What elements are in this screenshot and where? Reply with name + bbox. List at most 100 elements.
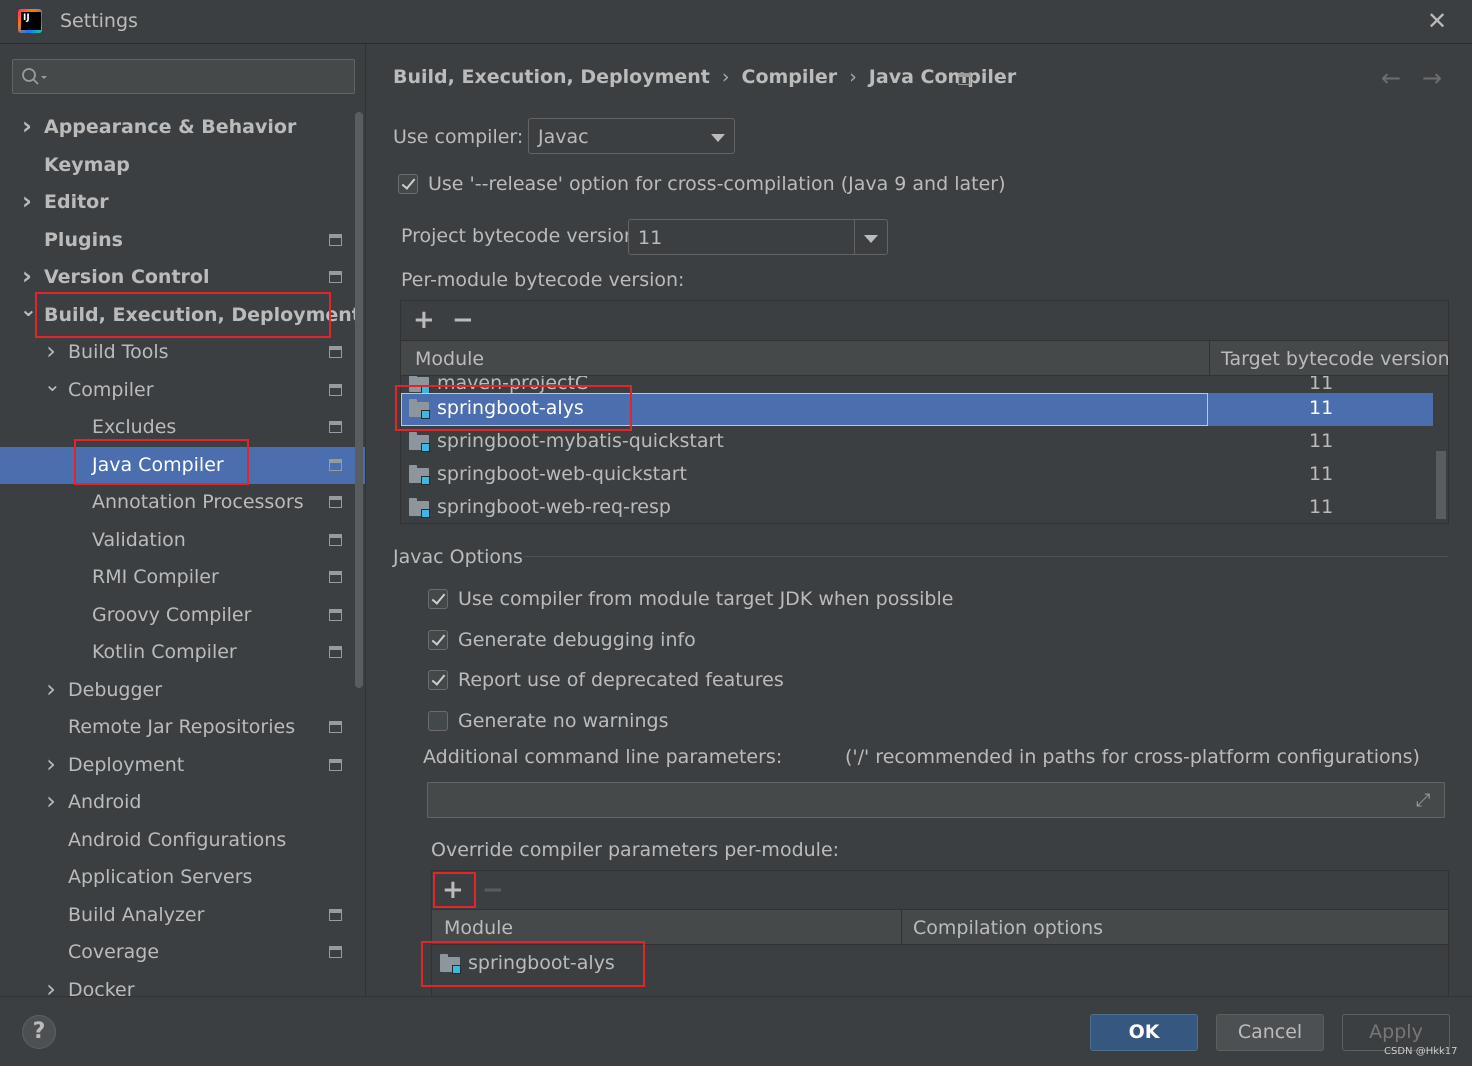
chevron-right-icon[interactable]: › — [44, 783, 58, 820]
close-icon[interactable]: ✕ — [1424, 8, 1450, 34]
add-override-button[interactable]: + — [442, 875, 464, 905]
chevron-right-icon[interactable]: › — [20, 108, 34, 145]
chevron-right-icon[interactable]: › — [44, 971, 58, 996]
cancel-button[interactable]: Cancel — [1216, 1014, 1324, 1051]
remove-module-button[interactable]: − — [452, 305, 474, 335]
sidebar-scrollbar[interactable] — [355, 112, 363, 688]
release-option-checkbox[interactable] — [398, 174, 418, 194]
module-icon — [409, 432, 431, 452]
javac-option-checkbox[interactable] — [428, 630, 448, 650]
chevron-right-icon[interactable]: › — [20, 183, 34, 220]
sidebar-item[interactable]: Coverage — [0, 934, 365, 971]
dialog-footer: ? OK Cancel Apply CSDN @Hkk17 — [0, 996, 1472, 1066]
chevron-down-icon — [864, 235, 878, 243]
sidebar-item[interactable]: Android Configurations — [0, 822, 365, 859]
module-icon — [409, 498, 431, 518]
sidebar-item[interactable]: › Debugger — [0, 671, 365, 709]
sidebar-item-label: Debugger — [68, 679, 163, 701]
sidebar-item[interactable]: › Deployment — [0, 746, 365, 784]
breadcrumb: Build, Execution, Deployment › Compiler › Ja… — [393, 66, 1016, 88]
target-bytecode-value: 11 — [1309, 463, 1334, 485]
column-header-module[interactable]: Module — [415, 348, 484, 370]
javac-option-checkbox[interactable] — [428, 670, 448, 690]
intellij-logo-icon — [18, 9, 42, 33]
override-table-header: Module Compilation options — [432, 909, 1448, 946]
project-level-icon — [329, 234, 342, 246]
sidebar-item[interactable]: › Appearance & Behavior — [0, 108, 365, 146]
per-module-table-scrollbar[interactable] — [1436, 451, 1446, 519]
sidebar-item[interactable]: Plugins — [0, 222, 365, 259]
sidebar-item[interactable]: Kotlin Compiler — [0, 634, 365, 671]
chevron-down-icon[interactable]: ⌄ — [20, 291, 37, 328]
sidebar-item-label: Appearance & Behavior — [44, 116, 297, 138]
sidebar-item[interactable]: Keymap — [0, 147, 365, 184]
chevron-right-icon[interactable]: › — [44, 671, 58, 708]
expand-icon[interactable]: ⤢ — [1416, 790, 1436, 811]
column-header-target-bytecode[interactable]: Target bytecode version — [1221, 348, 1448, 370]
project-level-icon — [329, 909, 342, 921]
breadcrumb-part: Compiler — [741, 66, 838, 88]
sidebar-item[interactable]: › Editor — [0, 183, 365, 221]
sidebar-item-label: Build Analyzer — [68, 904, 205, 926]
per-module-table: + − maven-projectC 11 springboot-alys 11 spr… — [400, 300, 1449, 524]
table-row[interactable]: springboot-mybatis-quickstart 11 — [401, 426, 1433, 459]
chevron-down-icon — [711, 134, 725, 142]
project-bytecode-dropdown[interactable]: 11 — [628, 219, 888, 255]
sidebar-item[interactable]: › Version Control — [0, 258, 365, 296]
sidebar-item[interactable]: Groovy Compiler — [0, 597, 365, 634]
table-row[interactable]: springboot-alys 11 — [401, 393, 1433, 426]
sidebar-item[interactable]: Remote Jar Repositories — [0, 709, 365, 746]
javac-option-checkbox[interactable] — [428, 711, 448, 731]
back-arrow-icon[interactable]: ← — [1381, 64, 1401, 92]
javac-option-checkbox[interactable] — [428, 589, 448, 609]
additional-params-hint: ('/' recommended in paths for cross-plat… — [845, 746, 1420, 768]
sidebar-item-label: Docker — [68, 979, 135, 996]
add-module-button[interactable]: + — [413, 305, 435, 335]
project-level-icon — [329, 271, 342, 283]
column-header-module[interactable]: Module — [444, 917, 513, 939]
module-icon — [440, 954, 462, 974]
sidebar-item[interactable]: Java Compiler — [0, 447, 365, 484]
remove-override-button[interactable]: − — [482, 875, 504, 905]
sidebar-item[interactable]: › Docker — [0, 971, 365, 996]
use-compiler-dropdown[interactable]: Javac — [528, 118, 735, 154]
sidebar-item[interactable]: Excludes — [0, 409, 365, 446]
sidebar-item-label: RMI Compiler — [92, 566, 219, 588]
chevron-right-icon[interactable]: › — [20, 258, 34, 295]
module-name: springboot-alys — [437, 397, 584, 419]
sidebar-item-label: Compiler — [68, 379, 154, 401]
sidebar-item-label: Application Servers — [68, 866, 253, 888]
additional-params-input[interactable]: ⤢ — [427, 782, 1445, 818]
settings-search-input[interactable] — [12, 59, 355, 94]
help-button[interactable]: ? — [22, 1015, 56, 1049]
sidebar-item-label: Deployment — [68, 754, 185, 776]
sidebar-item[interactable]: RMI Compiler — [0, 559, 365, 596]
sidebar-item[interactable]: Validation — [0, 522, 365, 559]
target-bytecode-value: 11 — [1309, 430, 1334, 452]
ok-button[interactable]: OK — [1090, 1014, 1198, 1051]
forward-arrow-icon[interactable]: → — [1422, 64, 1442, 92]
project-bytecode-label: Project bytecode version: — [401, 225, 643, 247]
module-name: springboot-web-quickstart — [437, 463, 687, 485]
sidebar-item[interactable]: Application Servers — [0, 859, 365, 896]
chevron-right-icon[interactable]: › — [44, 746, 58, 783]
sidebar-item[interactable]: › Android — [0, 783, 365, 821]
sidebar-item-label: Validation — [92, 529, 186, 551]
sidebar-item-label: Build, Execution, Deployment — [44, 304, 361, 326]
chevron-down-icon[interactable]: ⌄ — [44, 366, 61, 403]
table-row[interactable]: springboot-alys — [432, 948, 1448, 981]
sidebar-item[interactable]: ⌄ Build, Execution, Deployment — [0, 297, 365, 334]
sidebar-item[interactable]: Annotation Processors — [0, 484, 365, 521]
module-icon — [409, 465, 431, 485]
window-title: Settings — [60, 10, 138, 32]
per-module-table-header: Module Target bytecode version — [401, 340, 1448, 377]
sidebar-item[interactable]: ⌄ Compiler — [0, 372, 365, 409]
module-icon — [409, 374, 431, 394]
sidebar-item[interactable]: Build Analyzer — [0, 897, 365, 934]
table-row[interactable]: springboot-web-quickstart 11 — [401, 459, 1433, 492]
chevron-right-icon[interactable]: › — [44, 333, 58, 370]
module-name: springboot-web-req-resp — [437, 496, 671, 518]
table-row[interactable]: springboot-web-req-resp 11 — [401, 492, 1433, 523]
column-divider — [901, 910, 902, 946]
column-header-compilation-options[interactable]: Compilation options — [913, 917, 1103, 939]
